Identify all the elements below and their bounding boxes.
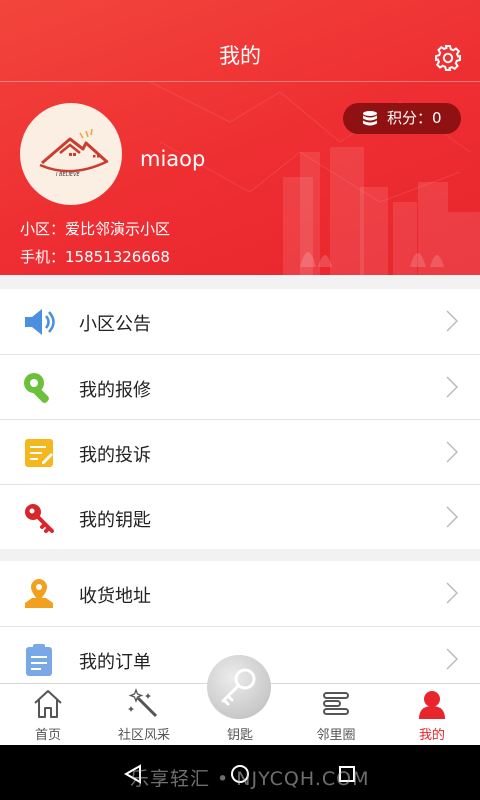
clipboard-icon bbox=[26, 644, 52, 676]
username: miaop bbox=[140, 147, 206, 171]
menu-item-complaints[interactable]: 我的投诉 bbox=[0, 419, 480, 484]
menu-item-label: 我的订单 bbox=[79, 652, 151, 673]
menu-item-label: 我的报修 bbox=[79, 380, 151, 401]
database-icon bbox=[363, 111, 377, 126]
gear-icon[interactable] bbox=[434, 44, 462, 72]
key-icon bbox=[221, 668, 256, 706]
menu-group-primary: 小区公告 我的报修 我的投诉 我的钥匙 bbox=[0, 289, 480, 549]
chevron-right-icon bbox=[446, 441, 458, 463]
key-fab-button[interactable] bbox=[207, 655, 271, 719]
tab-label: 我的 bbox=[418, 728, 445, 743]
avatar[interactable]: I BELIEVE bbox=[20, 103, 122, 205]
chevron-right-icon bbox=[446, 376, 458, 398]
chevron-right-icon bbox=[446, 582, 458, 604]
menu-item-announcements[interactable]: 小区公告 bbox=[0, 289, 480, 354]
tab-label: 钥匙 bbox=[226, 728, 253, 743]
speaker-icon bbox=[25, 309, 55, 335]
title-bar: 我的 bbox=[0, 0, 480, 82]
chevron-right-icon bbox=[446, 506, 458, 528]
page-title: 我的 bbox=[219, 44, 261, 68]
tab-home[interactable]: 首页 bbox=[0, 684, 96, 746]
tab-label: 首页 bbox=[34, 728, 61, 743]
notepad-icon bbox=[25, 439, 53, 467]
points-label: 积分：0 bbox=[387, 109, 442, 127]
key-icon bbox=[25, 504, 54, 533]
tab-mine[interactable]: 我的 bbox=[384, 684, 480, 746]
home-icon bbox=[34, 690, 62, 718]
profile-header: 我的 I BELIEVE miaop 积分：0 小区：爱比邻演示小区 手机：15… bbox=[0, 0, 480, 275]
menu-item-keys[interactable]: 我的钥匙 bbox=[0, 484, 480, 549]
profile-screen: { "header": { "title": "我的", "settings_i… bbox=[0, 0, 480, 800]
tab-label: 社区风采 bbox=[117, 728, 170, 743]
menu-item-label: 我的投诉 bbox=[79, 445, 151, 466]
phone-info: 手机：15851326668 bbox=[20, 248, 170, 266]
menu-item-label: 我的钥匙 bbox=[79, 510, 151, 531]
chevron-right-icon bbox=[446, 310, 458, 332]
tab-label: 邻里圈 bbox=[316, 728, 356, 743]
menu-item-label: 小区公告 bbox=[79, 314, 151, 335]
list-icon bbox=[323, 692, 349, 715]
house-logo-icon: I BELIEVE bbox=[39, 128, 109, 178]
menu-item-address[interactable]: 收货地址 bbox=[0, 561, 480, 626]
menu-item-repairs[interactable]: 我的报修 bbox=[0, 354, 480, 419]
chevron-right-icon bbox=[446, 648, 458, 670]
tab-community[interactable]: 社区风采 bbox=[96, 684, 192, 746]
location-pin-icon bbox=[25, 579, 53, 608]
menu-item-label: 收货地址 bbox=[79, 586, 151, 607]
watermark: 乐享轻汇 • NJYCQH.COM bbox=[130, 768, 370, 790]
community-info: 小区：爱比邻演示小区 bbox=[20, 220, 171, 238]
tab-neighborhood[interactable]: 邻里圈 bbox=[288, 684, 384, 746]
person-icon bbox=[419, 691, 445, 719]
magic-wand-icon bbox=[128, 688, 158, 718]
avatar-caption: I BELIEVE bbox=[56, 172, 80, 178]
wrench-icon bbox=[24, 373, 49, 403]
points-badge[interactable]: 积分：0 bbox=[343, 103, 461, 134]
